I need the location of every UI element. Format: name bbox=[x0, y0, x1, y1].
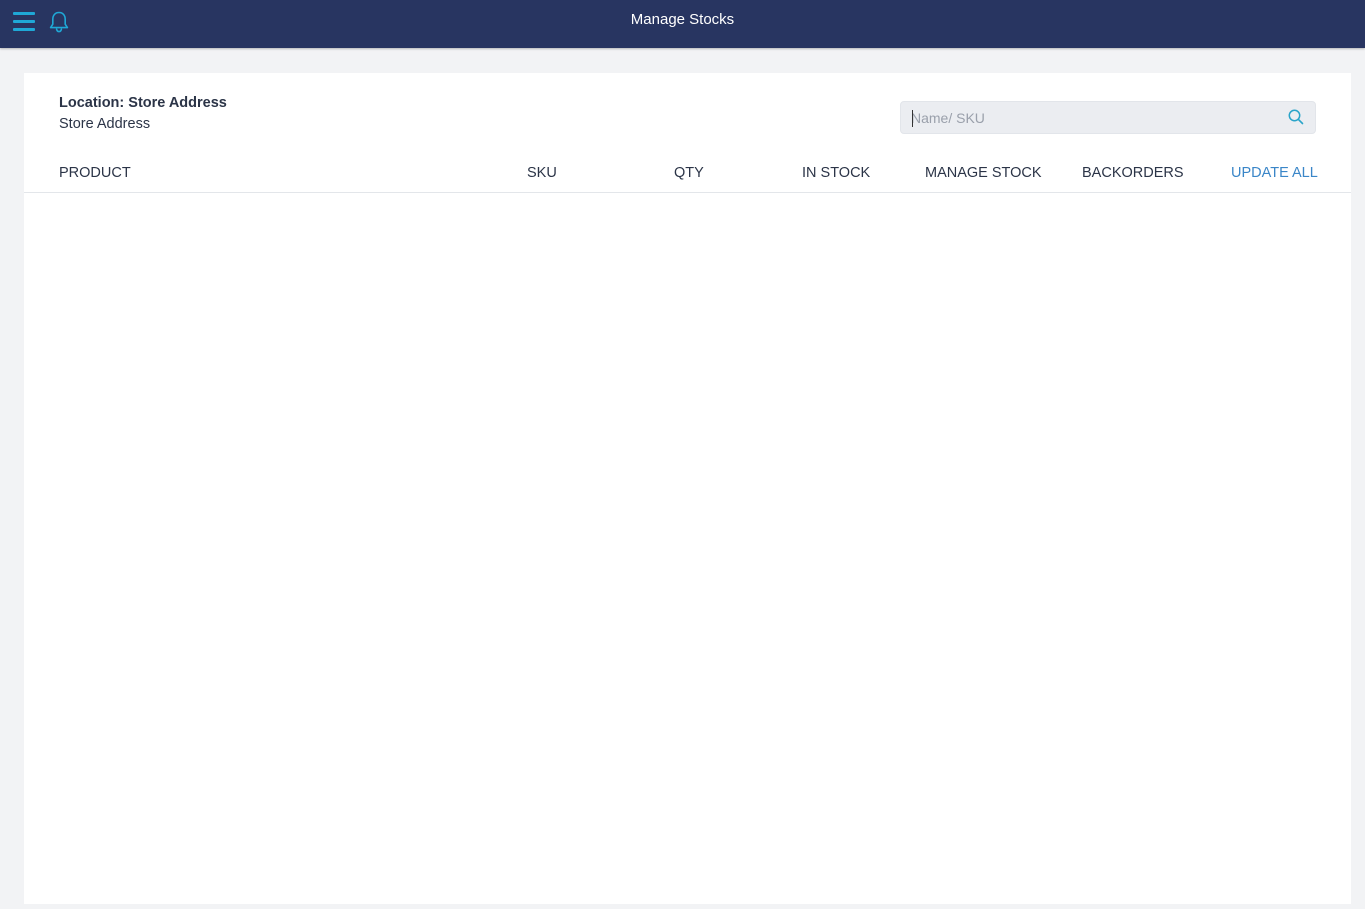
top-bar: Manage Stocks bbox=[0, 0, 1365, 48]
location-subtitle: Store Address bbox=[59, 116, 151, 132]
location-title: Location: Store Address bbox=[59, 95, 227, 111]
column-header-product: PRODUCT bbox=[59, 165, 131, 181]
column-header-sku: SKU bbox=[527, 165, 557, 181]
text-caret bbox=[912, 110, 913, 127]
table-body bbox=[24, 193, 1351, 893]
search-input[interactable] bbox=[911, 102, 1271, 133]
search-icon bbox=[1288, 109, 1304, 125]
page-title: Manage Stocks bbox=[630, 11, 735, 28]
update-all-button[interactable]: UPDATE ALL bbox=[1231, 165, 1318, 181]
column-header-in-stock: IN STOCK bbox=[802, 165, 871, 181]
search-box bbox=[900, 101, 1316, 134]
column-header-manage-stock: MANAGE STOCK bbox=[925, 165, 1042, 181]
search-button[interactable] bbox=[1287, 108, 1305, 126]
table-header: PRODUCT SKU QTY IN STOCK MANAGE STOCK BA… bbox=[24, 155, 1351, 193]
column-header-qty: QTY bbox=[674, 165, 704, 181]
column-header-backorders: BACKORDERS bbox=[1082, 165, 1184, 181]
stock-panel: Location: Store Address Store Address PR… bbox=[24, 73, 1351, 904]
